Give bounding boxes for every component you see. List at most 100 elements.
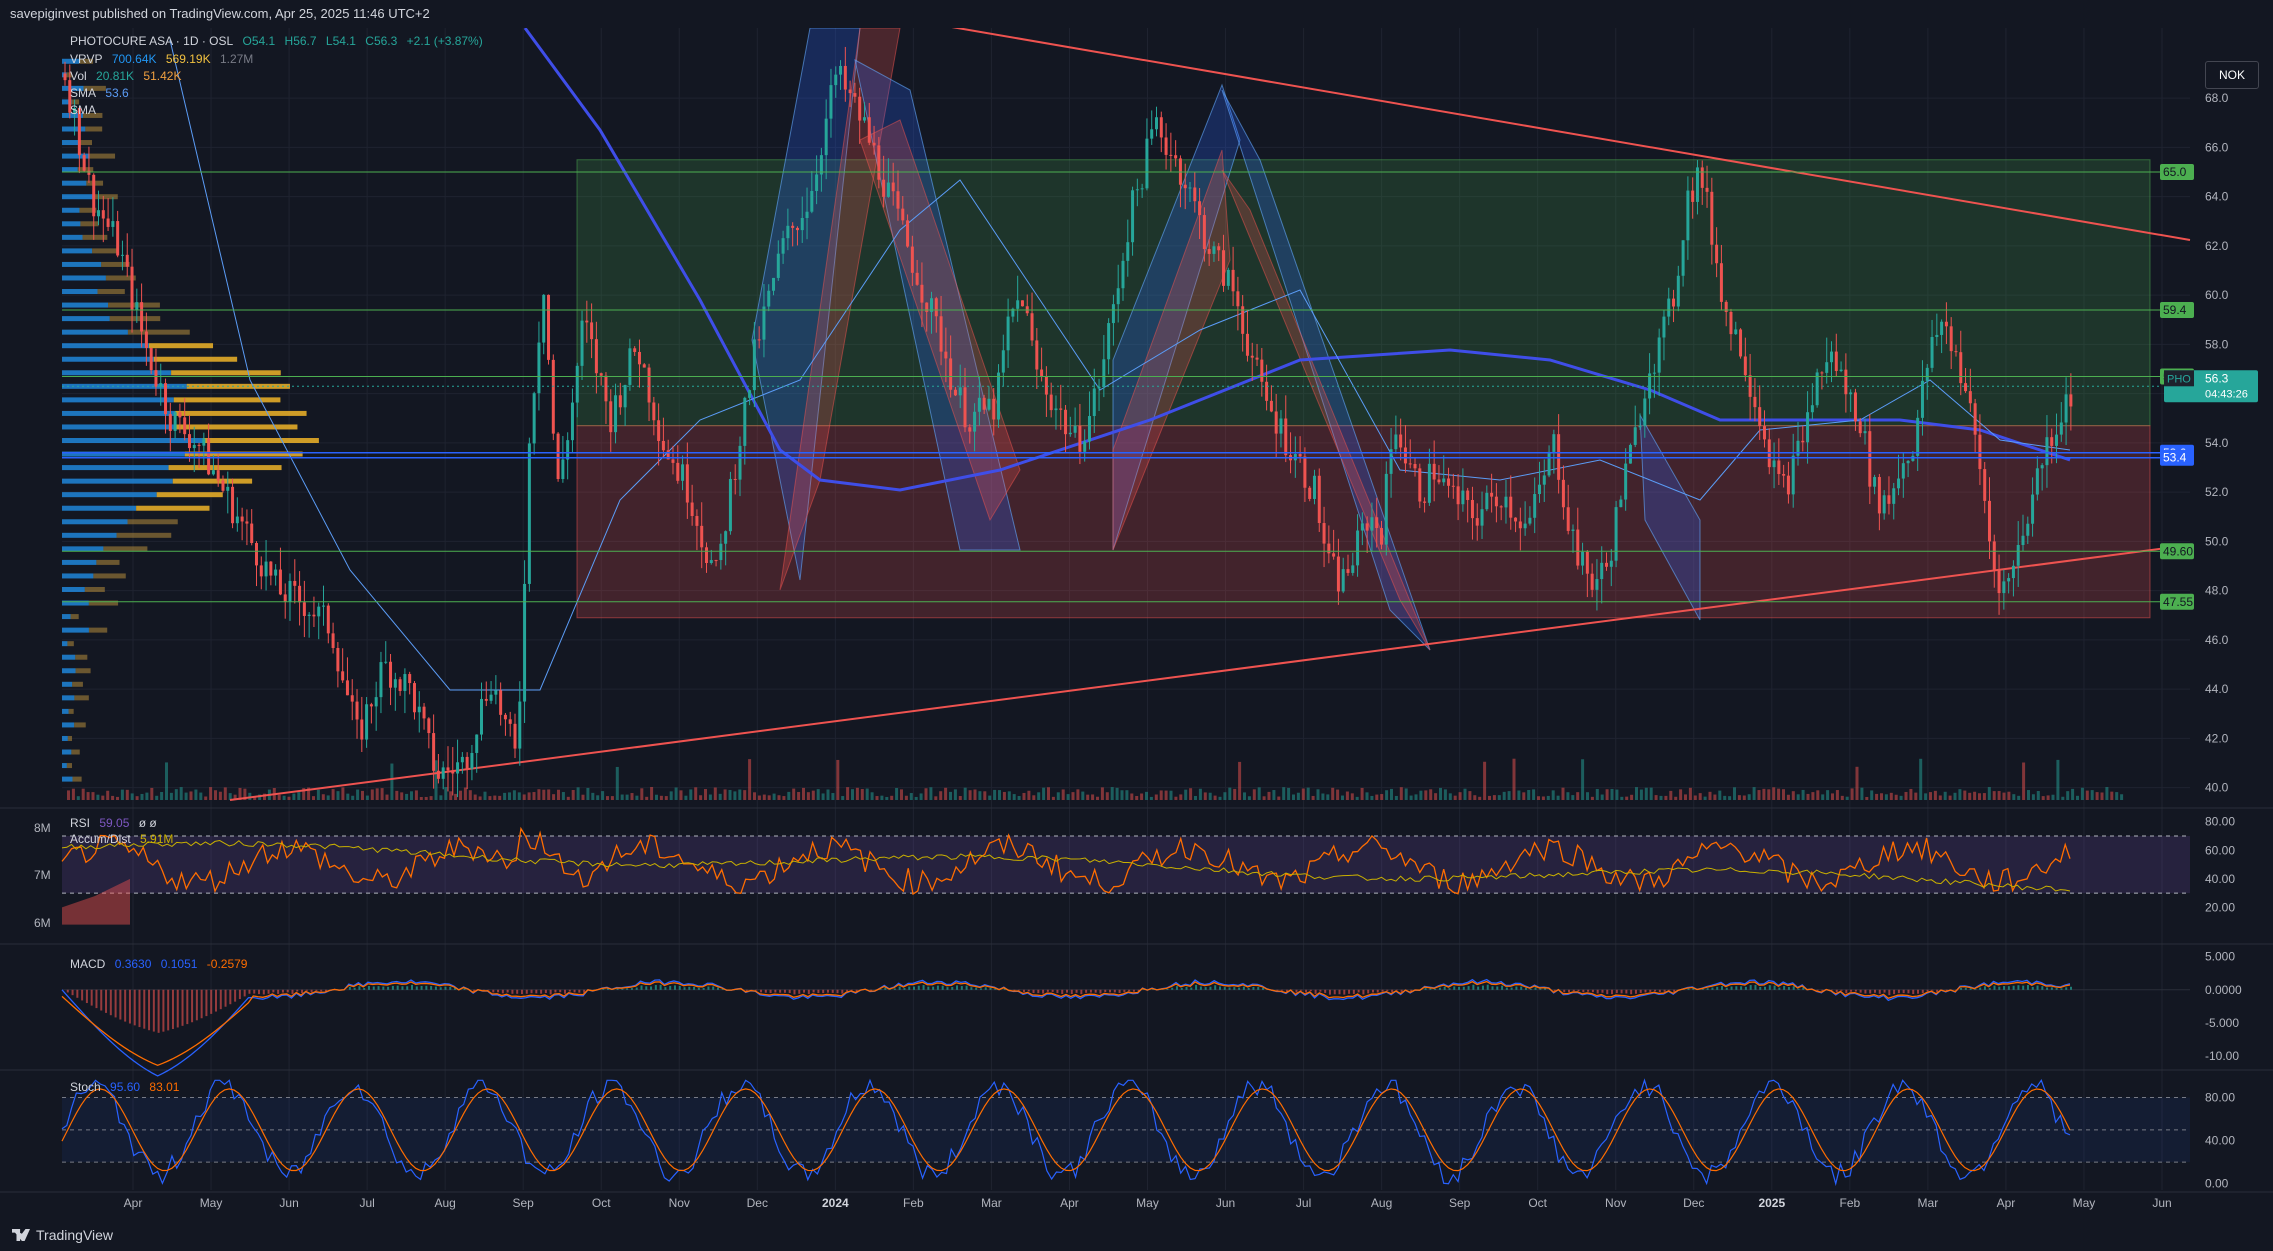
candle-body	[1667, 298, 1671, 317]
vrvp-legend[interactable]: VRVP 700.64K 569.19K 1.27M	[70, 52, 259, 66]
volume-bar	[547, 789, 551, 800]
candle-body	[183, 417, 187, 435]
candle-body	[786, 225, 790, 239]
candle-body	[2011, 565, 2015, 579]
candle-body	[1739, 329, 1743, 357]
volume-bar	[277, 794, 281, 800]
currency-button[interactable]: NOK	[2205, 61, 2259, 89]
time-tick-label: Apr	[1997, 1196, 2016, 1210]
candle-body	[1494, 496, 1498, 507]
chart-svg[interactable]: 68.066.064.062.060.058.056.054.052.050.0…	[0, 24, 2273, 1221]
macd-histogram-bar	[1352, 989, 1355, 994]
volume-bar	[1762, 788, 1766, 800]
macd-legend[interactable]: MACD 0.3630 0.1051 -0.2579	[70, 957, 253, 971]
macd-histogram-bar	[2003, 986, 2006, 990]
sma1-legend[interactable]: SMA 53.6	[70, 86, 135, 100]
vrvp-bar-up	[62, 167, 78, 173]
volume-bar	[380, 788, 384, 800]
candle-body	[633, 348, 637, 352]
volume-bar	[2120, 794, 2124, 800]
volume-bar	[1380, 794, 1384, 800]
volume-bar	[356, 789, 360, 800]
main-legend[interactable]: PHOTOCURE ASA · 1D · OSL O54.1 H56.7 L54…	[70, 34, 489, 48]
candle-body	[1753, 396, 1757, 408]
volume-bar	[1105, 792, 1109, 800]
macd-histogram-bar	[310, 989, 313, 993]
volume-bar	[625, 794, 629, 800]
macd-histogram-bar	[167, 989, 170, 1031]
macd-histogram-bar	[1606, 989, 1609, 995]
candle-body	[1882, 495, 1886, 514]
volume-bar	[655, 794, 658, 800]
macd-value-3: -0.2579	[206, 957, 248, 971]
tradingview-logo[interactable]: TradingView	[12, 1227, 113, 1243]
volume-bar	[1051, 796, 1055, 800]
stoch-legend[interactable]: Stoch 95.60 83.01	[70, 1080, 185, 1094]
volume-bar	[968, 790, 972, 800]
macd-histogram-bar	[1343, 989, 1346, 995]
volume-bar	[2022, 762, 2026, 800]
vrvp-bar-down	[72, 681, 83, 687]
macd-histogram-bar	[1132, 989, 1135, 992]
chart-area[interactable]: 68.066.064.062.060.058.056.054.052.050.0…	[0, 24, 2273, 1240]
macd-histogram-bar	[822, 989, 825, 994]
vrvp-bar-down	[97, 289, 125, 295]
volume-bar	[1390, 788, 1393, 800]
candle-body	[1399, 434, 1403, 448]
vrvp-bar-up	[62, 614, 71, 620]
candle-body	[1403, 447, 1407, 464]
macd-histogram-bar	[296, 989, 299, 992]
candle-body	[987, 398, 991, 410]
macd-histogram-bar	[1032, 989, 1035, 993]
candle-body	[949, 358, 953, 390]
time-tick-label: Dec	[1683, 1196, 1704, 1210]
volume-bar	[1385, 790, 1389, 800]
macd-histogram-bar	[520, 989, 523, 995]
close-value: C56.3	[365, 34, 398, 48]
volume-bar	[1845, 796, 1849, 800]
macd-histogram-bar	[568, 989, 571, 992]
candle-body	[1016, 300, 1020, 309]
candle-body	[547, 294, 551, 360]
vrvp-bar-up	[62, 492, 157, 498]
macd-histogram-bar	[248, 989, 251, 994]
vrvp-bar-up	[62, 641, 68, 647]
candle-body	[1968, 391, 1972, 404]
candle-body	[685, 464, 689, 503]
macd-tick-label: 0.0000	[2205, 983, 2242, 997]
candle-body	[1188, 187, 1192, 189]
volume-bar	[1350, 793, 1354, 800]
sma2-legend[interactable]: SMA	[70, 103, 108, 117]
volume-bar	[1424, 790, 1428, 800]
accdist-legend[interactable]: Accum/Dist 5.91M	[70, 832, 179, 846]
volume-bar	[674, 787, 678, 800]
candle-body	[120, 254, 124, 256]
rsi-band	[62, 836, 2190, 894]
stoch-value-2: 83.01	[149, 1080, 180, 1094]
macd-histogram-bar	[1649, 989, 1652, 992]
vol-legend[interactable]: Vol 20.81K 51.42K	[70, 69, 187, 83]
candle-body	[2002, 581, 2006, 594]
candle-body	[1810, 405, 1814, 413]
symbol-name[interactable]: PHOTOCURE ASA · 1D · OSL	[70, 34, 233, 48]
vrvp-bar-down	[75, 654, 88, 660]
candle-body	[1327, 543, 1331, 554]
candle-body	[671, 459, 675, 463]
candle-body	[690, 502, 694, 517]
candle-body	[2040, 465, 2044, 469]
macd-histogram-bar	[1027, 989, 1030, 992]
macd-histogram-bar	[262, 989, 265, 995]
volume-bar	[1870, 790, 1874, 800]
vrvp-bar-up	[62, 735, 68, 741]
candle-body	[853, 93, 857, 97]
rsi-legend[interactable]: RSI 59.05 ø ø	[70, 816, 163, 830]
candle-body	[977, 397, 981, 412]
candle-body	[1131, 190, 1135, 243]
candle-body	[269, 561, 273, 576]
time-tick-label: 2024	[822, 1196, 849, 1210]
candle-body	[192, 444, 196, 449]
vrvp-bar-up	[62, 289, 98, 295]
volume-bar	[1404, 788, 1408, 800]
volume-bar	[890, 795, 894, 800]
candle-body	[1997, 570, 2001, 594]
